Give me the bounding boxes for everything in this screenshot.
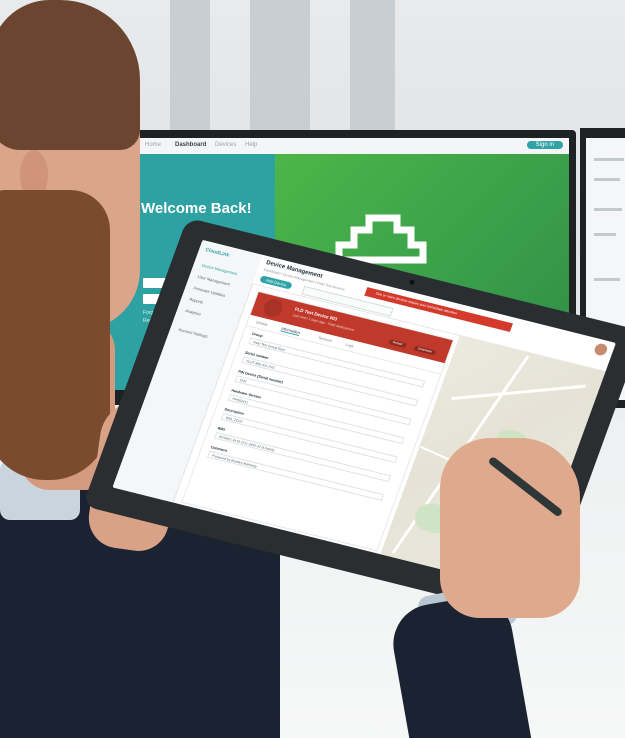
wall-panel [170, 0, 210, 130]
camera-icon [408, 279, 416, 286]
monitor-sign-in-button[interactable]: Sign in [526, 141, 563, 149]
device-status-icon [261, 297, 285, 319]
menu-line [594, 158, 624, 161]
sidebar-item-user-management[interactable]: User Management [197, 274, 231, 287]
welcome-heading: Welcome Back! [141, 200, 252, 217]
right-hand [440, 438, 580, 618]
monitor-tab[interactable]: Help [245, 142, 257, 148]
monitor-topbar: Home Dashboard Devices Help Sign in [105, 138, 569, 155]
deactivate-button[interactable]: Deactivate [413, 345, 437, 356]
wall-panel [250, 0, 310, 130]
menu-line [594, 278, 620, 281]
map-road [451, 384, 586, 401]
photo-scene: Home Dashboard Devices Help Sign in Welc… [0, 0, 625, 738]
person-beard [0, 190, 110, 480]
tab-information[interactable]: Information [280, 326, 301, 337]
avatar[interactable] [592, 342, 609, 357]
sidebar-item-analytics[interactable]: Analytics [185, 308, 202, 317]
monitor-tab[interactable]: Home [145, 142, 161, 148]
wall-panel [350, 0, 395, 130]
app-logo[interactable]: CloudLink [204, 247, 230, 259]
monitor-tab[interactable]: Dashboard [175, 142, 206, 148]
sidebar-item-account[interactable]: Account Settings [178, 327, 209, 339]
tab-details[interactable]: Details [256, 320, 269, 327]
menu-line [594, 233, 616, 236]
tab-sensors[interactable]: Sensors [318, 336, 333, 343]
sidebar-item-device-management[interactable]: Device Management [201, 263, 238, 277]
menu-line [594, 178, 620, 181]
sidebar-item-firmware[interactable]: Firmware Updates [193, 285, 226, 298]
menu-line [594, 208, 622, 211]
restart-button[interactable]: Restart [388, 339, 407, 349]
sidebar-item-reports[interactable]: Reports [189, 297, 204, 305]
tab-logs[interactable]: Logs [345, 343, 354, 349]
monitor-tab[interactable]: Devices [215, 142, 236, 148]
field-label: IMEI [216, 426, 226, 432]
